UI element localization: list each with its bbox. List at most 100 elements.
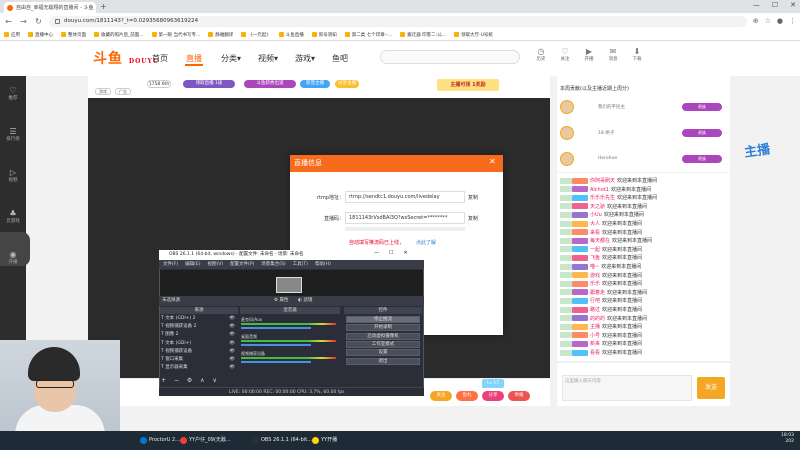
minimize-button[interactable]: — (753, 1, 760, 9)
rank-row[interactable]: 18-绝子 贵族 (560, 126, 728, 144)
chat-username[interactable]: 来看 (590, 230, 600, 236)
back-icon[interactable]: ← (4, 17, 13, 26)
nav-home[interactable]: 首页 (152, 53, 168, 64)
sidebar-item-live[interactable]: ◉ 开播 (0, 250, 26, 265)
visibility-icon[interactable]: 👁 (229, 341, 235, 347)
visibility-icon[interactable]: 👁 (229, 349, 235, 355)
message-button[interactable]: ✉ 消息 (602, 47, 624, 62)
obs-source-item[interactable]: T 图像 2 👁 (161, 332, 237, 338)
chat-username[interactable]: 乐乐乐先生 (590, 195, 615, 201)
search-input[interactable] (380, 50, 520, 64)
obs-close-button[interactable]: ✕ (403, 250, 407, 256)
visibility-icon[interactable]: 👁 (229, 357, 235, 363)
bookmark-item[interactable]: 《一元起》 (241, 32, 271, 38)
sidebar-item-game[interactable]: ♣ 云游戏 (0, 209, 26, 224)
bookmark-item[interactable]: 第一眼 当代书写专... (151, 32, 200, 38)
report-button[interactable]: 举报 (508, 391, 530, 401)
volume-slider[interactable] (241, 327, 311, 329)
promo-banner[interactable]: 主播可领 1奖励 (437, 79, 499, 91)
bookmark-item[interactable]: 搬迁器 印客二:公... (400, 32, 446, 38)
nav-category[interactable]: 分类▾ (221, 53, 241, 64)
taskbar-app[interactable]: ProctorU 2... (140, 434, 180, 447)
nav-game[interactable]: 游戏▾ (295, 53, 315, 64)
rank-row[interactable]: 我们的平民主 贵族 (560, 100, 728, 118)
obs-menu-item[interactable]: 工具(T) (293, 260, 308, 269)
room-badge[interactable]: 分享主播 (335, 80, 359, 88)
obs-source-item[interactable]: T 视频捕获设备 2 👁 (161, 324, 237, 330)
chat-username[interactable]: 新来 (590, 341, 600, 347)
room-badge[interactable]: 领取直播 1级 (183, 80, 235, 88)
share-button[interactable]: 分享 (482, 391, 504, 401)
taskbar-app[interactable]: OBS 26.1.1 (64-bit... (252, 434, 312, 447)
copy-key-button[interactable]: 复制 (468, 215, 478, 222)
chat-username[interactable]: 跟着走 (590, 290, 605, 296)
obs-menu-item[interactable]: 文件(F) (163, 260, 178, 269)
bookmark-item[interactable]: 应用 (4, 32, 20, 38)
sidebar-item-video[interactable]: ▷ 视频 (0, 168, 26, 183)
nav-live[interactable]: 直播 (186, 53, 202, 64)
chat-username[interactable]: 的的的 (590, 316, 605, 322)
visibility-icon[interactable]: 👁 (229, 324, 235, 330)
room-tag[interactable]: 游戏 (95, 88, 111, 95)
chat-username[interactable]: 看看 (590, 350, 600, 356)
bookmark-item[interactable]: 收藏的照片后_前面... (94, 32, 144, 38)
rank-row[interactable]: Herohue 贵族 (560, 152, 728, 170)
nav-video[interactable]: 视频▾ (258, 53, 278, 64)
obs-menu-item[interactable]: 编辑(E) (185, 260, 200, 269)
send-button[interactable]: 发送 (697, 377, 725, 399)
sidebar-item-rank[interactable]: ☰ 排行榜 (0, 127, 26, 142)
chat-username[interactable]: 小号 (590, 333, 600, 339)
profile-icon[interactable]: ● (777, 17, 783, 25)
volume-slider[interactable] (241, 361, 311, 363)
bookmark-item[interactable]: 整体页面 (61, 32, 86, 38)
new-tab-button[interactable]: + (100, 2, 107, 11)
zoom-icon[interactable]: ⊕ (753, 17, 759, 25)
obs-control-button[interactable]: 开始录制 (346, 324, 420, 332)
obs-menu-item[interactable]: 帮助(H) (315, 260, 331, 269)
nav-yuba[interactable]: 鱼吧 (332, 53, 348, 64)
obs-source-item[interactable]: T 视频捕获设备 👁 (161, 349, 237, 355)
visibility-icon[interactable]: 👁 (229, 365, 235, 371)
rtmp-url-field[interactable]: rtmp://sendtc1.douyu.com/livedelay (345, 191, 465, 203)
maximize-button[interactable]: ☐ (772, 1, 778, 9)
obs-menu-item[interactable]: 场景集合(S) (261, 260, 285, 269)
star-icon[interactable]: ☆ (765, 17, 771, 25)
obs-minimize-button[interactable]: — (374, 250, 379, 256)
obs-filters-button[interactable]: ◐ 滤镜 (298, 297, 312, 303)
obs-control-button[interactable]: 退出 (346, 357, 420, 365)
menu-icon[interactable]: ⋮ (789, 17, 796, 25)
obs-source-toolbar[interactable]: + − ⚙ ∧ ∨ (161, 377, 220, 384)
bookmark-item[interactable]: 领取大厅-U号统 (454, 32, 493, 38)
room-badge[interactable]: 新晋主播 (300, 80, 330, 88)
obs-properties-button[interactable]: ⚙ 属性 (274, 297, 288, 303)
chat-username[interactable]: 一起 (590, 247, 600, 253)
fishball-button[interactable]: 鱼丸 (456, 391, 478, 401)
chat-username[interactable]: Alchot1 (590, 187, 609, 193)
close-window-button[interactable]: ✕ (790, 1, 796, 9)
start-live-button[interactable]: ▶ 开播 (578, 47, 600, 62)
obs-source-item[interactable]: T 显示器采集 👁 (161, 365, 237, 371)
copy-rtmp-button[interactable]: 复制 (468, 194, 478, 201)
bookmark-item[interactable]: 直播中心 (28, 32, 53, 38)
browser-tab[interactable]: 自由自_幸福无敌翔的直播间 - 斗鱼 × (4, 2, 96, 13)
obs-control-button[interactable]: 启动虚拟摄像机 (346, 332, 420, 340)
chat-username[interactable]: 游戏 (590, 273, 600, 279)
chat-username[interactable]: 路过 (590, 307, 600, 313)
taskbar-app[interactable]: YY户仔_09(无敌... (180, 434, 231, 447)
forward-icon[interactable]: → (19, 17, 28, 26)
douyu-logo[interactable]: 斗鱼 DOUYU (93, 48, 159, 68)
chat-input[interactable]: 这里输入聊天内容 (562, 375, 692, 401)
visibility-icon[interactable]: 👁 (229, 332, 235, 338)
visibility-icon[interactable]: 👁 (229, 316, 235, 322)
url-field[interactable]: douyu.com/1811143?_t=0.02935680963619224 (49, 15, 747, 27)
taskbar-app[interactable]: YY开播 (312, 434, 337, 447)
obs-source-item[interactable]: T 文本 (GDI+) 👁 (161, 341, 237, 347)
obs-menu-item[interactable]: 视图(V) (207, 260, 223, 269)
chat-username[interactable]: 主播 (590, 324, 600, 330)
stream-key-field[interactable]: 1811143rVsdBAl3Q?wsSecret=******** (345, 212, 465, 224)
follow-button[interactable]: ♡ 关注 (554, 47, 576, 62)
obs-source-item[interactable]: T 窗口采集 👁 (161, 357, 237, 363)
chat-username[interactable]: 每天都在 (590, 238, 610, 244)
chat-username[interactable]: 飞鱼 (590, 255, 600, 261)
follow-button[interactable]: 关注 (430, 391, 452, 401)
